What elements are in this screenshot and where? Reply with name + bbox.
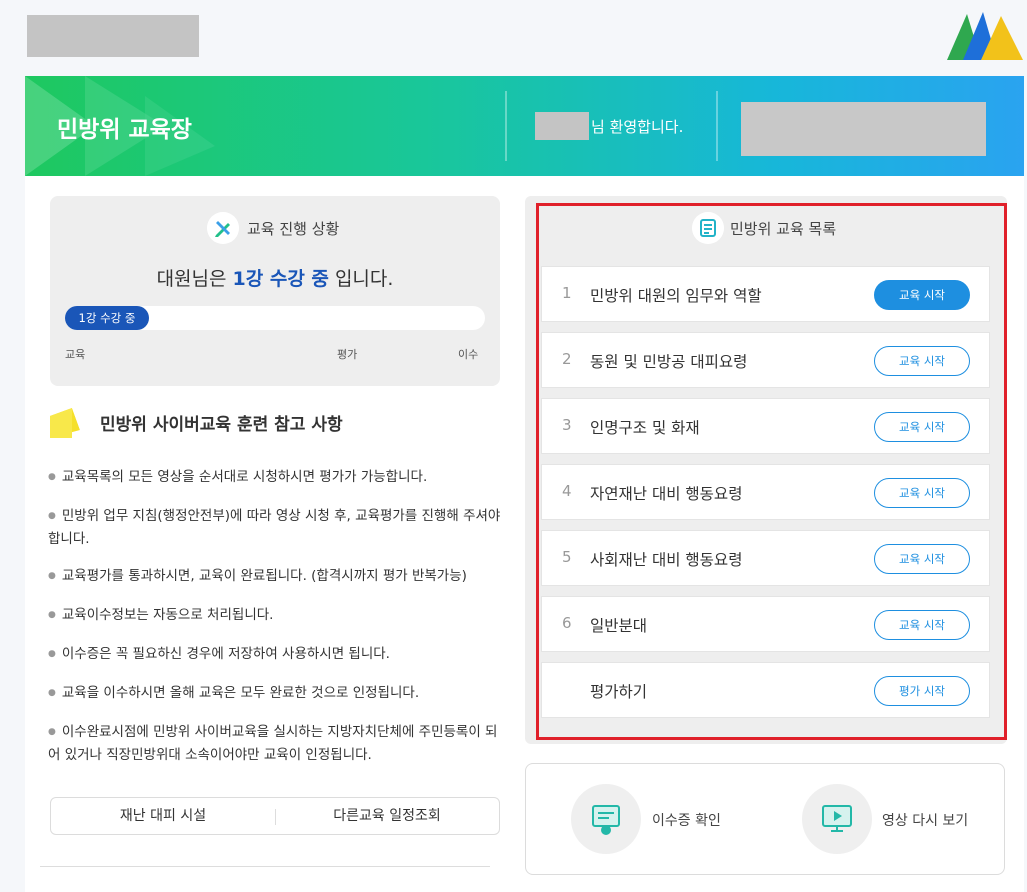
banner-divider [716,91,718,161]
schedule-link[interactable]: 다른교육 일정조회 [275,798,499,834]
status-highlight: 1강 수강 중 [232,268,329,290]
step-label-completion: 이수 [458,348,479,361]
bottom-links: 재난 대피 시설 다른교육 일정조회 [50,797,500,835]
notice-item: 교육목록의 모든 영상을 순서대로 시청하시면 평가가 가능합니다. [48,467,503,490]
progress-panel: 교육 진행 상황 대원님은 1강 수강 중 입니다. 1강 수강 중 교육 평가… [50,196,500,386]
pencil-ruler-icon [207,212,239,244]
certificate-button[interactable] [571,784,641,854]
notice-item: 민방위 업무 지침(행정안전부)에 따라 영상 시청 후, 교육평가를 진행해 … [48,506,503,550]
logo-icon[interactable] [947,10,1023,62]
notice-title: 민방위 사이버교육 훈련 참고 사항 [100,415,343,435]
notice-item: 교육평가를 통과하시면, 교육이 완료됩니다. (합격시까지 평가 반복가능) [48,566,503,589]
redacted-banner-block [741,102,986,156]
monitor-play-icon [822,805,852,832]
notice-item: 이수증은 꼭 필요하신 경우에 저장하여 사용하시면 됩니다. [48,644,503,667]
banner-divider [505,91,507,161]
redacted-header-block [27,15,199,57]
replay-button[interactable] [802,784,872,854]
note-icon [50,408,80,438]
shelter-link[interactable]: 재난 대피 시설 [51,798,275,834]
notice-list: 교육목록의 모든 영상을 순서대로 시청하시면 평가가 가능합니다. 민방위 업… [48,467,503,782]
redacted-user-name [535,112,589,140]
notice-item: 교육이수정보는 자동으로 처리됩니다. [48,605,503,628]
step-label-evaluation: 평가 [337,348,358,361]
certificate-label[interactable]: 이수증 확인 [652,810,721,830]
certificate-icon [592,805,620,835]
progress-bar-fill: 1강 수강 중 [65,306,149,330]
notice-item: 이수완료시점에 민방위 사이버교육을 실시하는 지방자치단체에 주민등록이 되어… [48,722,503,766]
step-label-education: 교육 [65,348,86,361]
action-panel: 이수증 확인 영상 다시 보기 [525,763,1005,875]
welcome-text: 님 환영합니다. [591,118,684,136]
page-title: 민방위 교육장 [57,117,192,143]
progress-status: 대원님은 1강 수강 중 입니다. [50,264,500,291]
progress-title: 교육 진행 상황 [247,220,340,238]
header-banner: 민방위 교육장 님 환영합니다. [25,76,1024,176]
status-prefix: 대원님은 [156,268,233,290]
divider [40,866,490,867]
highlight-outline [536,203,1007,740]
progress-bar: 1강 수강 중 [65,306,485,330]
notice-item: 교육을 이수하시면 올해 교육은 모두 완료한 것으로 인정됩니다. [48,683,503,706]
status-suffix: 입니다. [328,268,394,290]
replay-label[interactable]: 영상 다시 보기 [882,810,968,830]
